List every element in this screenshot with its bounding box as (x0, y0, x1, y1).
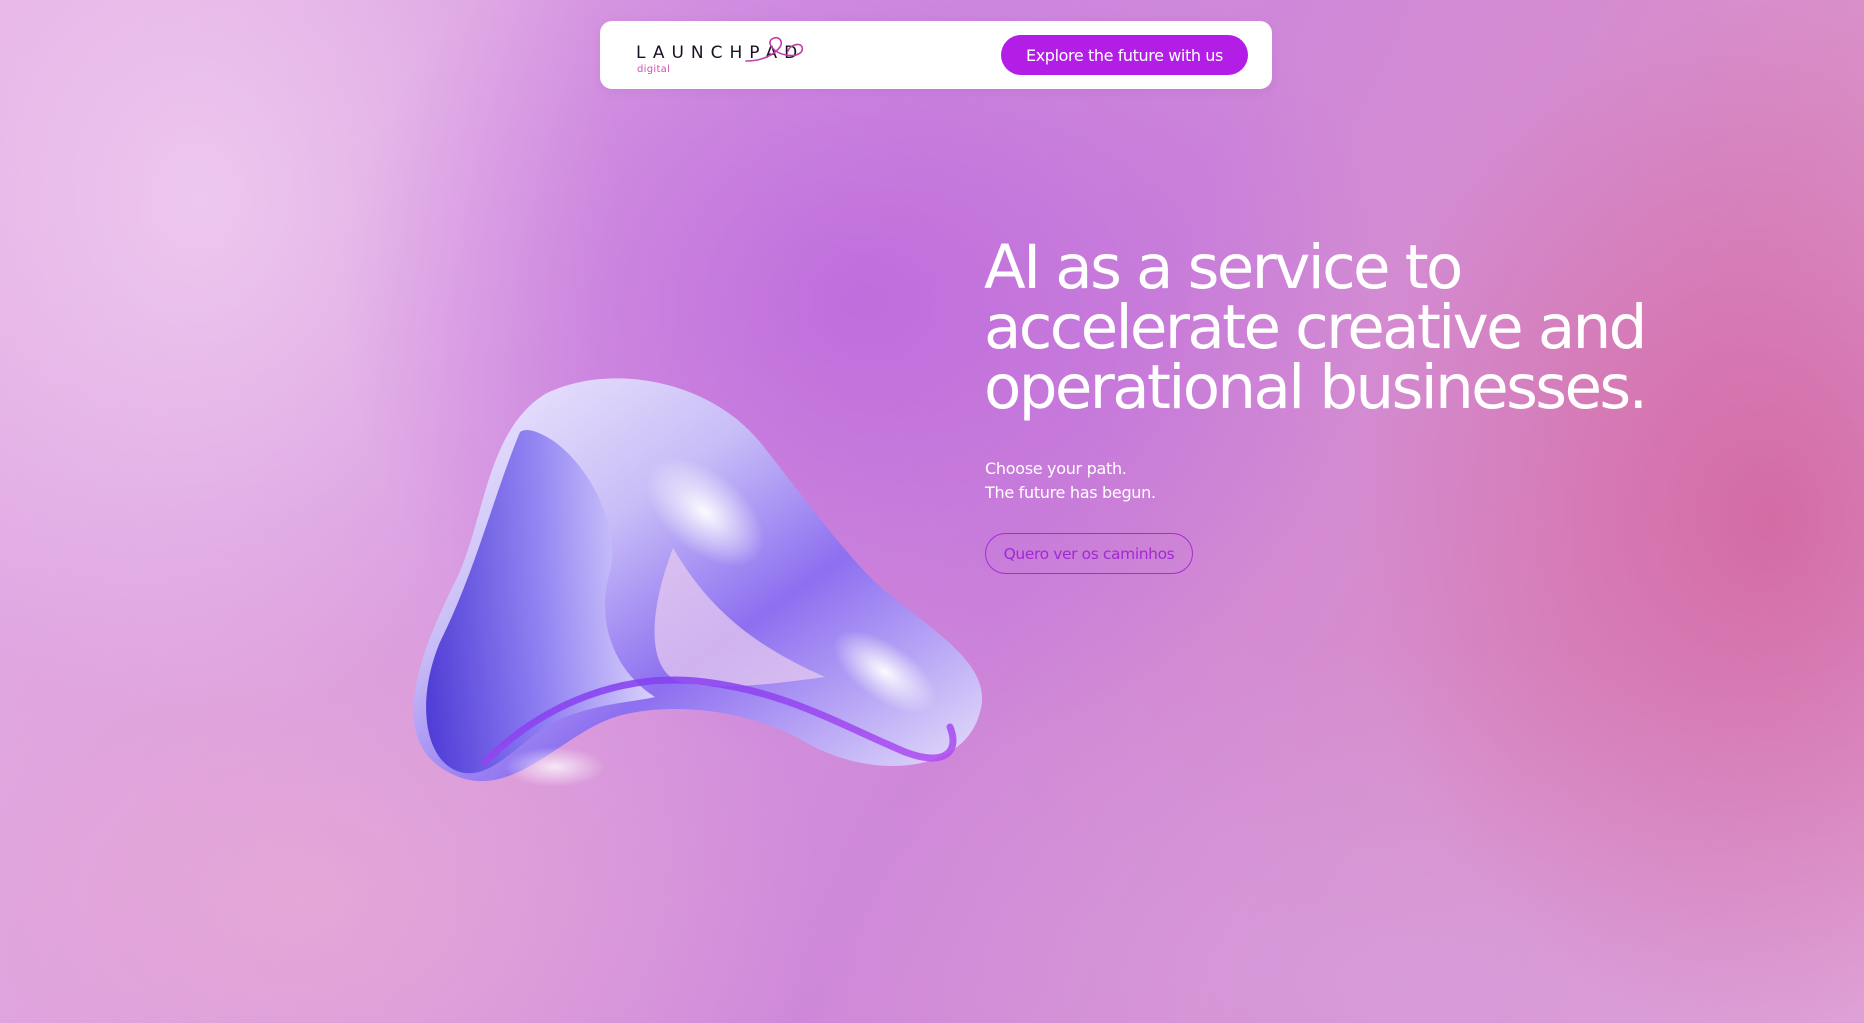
logo-swirl-icon (745, 36, 804, 62)
launchpad-logo[interactable]: LAUNCHPAD digital (636, 33, 806, 79)
logo-subtitle: digital (637, 64, 671, 75)
see-paths-button[interactable]: Quero ver os caminhos (985, 533, 1193, 574)
explore-future-button[interactable]: Explore the future with us (1001, 35, 1248, 75)
glass-blob-illustration (413, 378, 983, 787)
top-nav-bar: LAUNCHPAD digital Explore the future wit… (600, 21, 1272, 89)
hero-subtitle-line-2: The future has begun. (985, 483, 1156, 502)
hero-subtitle: Choose your path. The future has begun. (985, 457, 1156, 505)
hero-title: AI as a service to accelerate creative a… (984, 232, 1648, 423)
hero-subtitle-line-1: Choose your path. (985, 459, 1127, 478)
